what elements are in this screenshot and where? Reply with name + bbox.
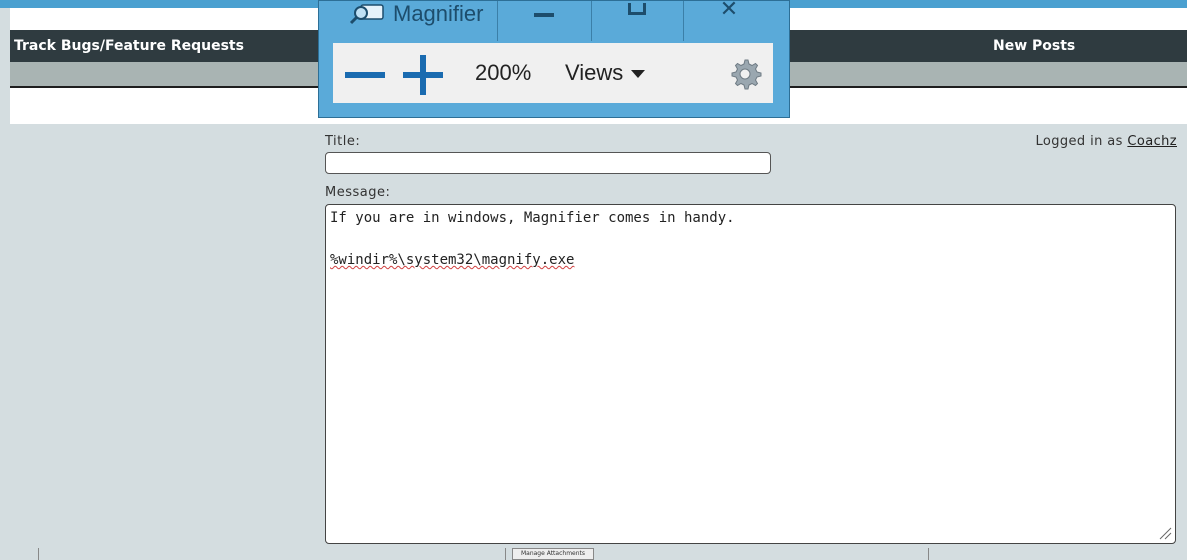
maximize-icon [628,3,646,15]
divider [928,548,929,560]
magnifier-titlebar[interactable]: Magnifier ✕ [319,0,789,43]
magnifier-toolbar: 200% Views [333,43,773,103]
gear-icon[interactable] [727,56,763,92]
message-line-3: %windir%\system32\magnify.exe [330,252,575,268]
minimize-button[interactable] [497,1,590,41]
zoom-out-icon[interactable] [345,72,385,78]
views-label: Views [565,60,624,85]
logged-in-status: Logged in as Coachz [1035,134,1177,149]
minimize-icon [534,13,554,17]
magnifier-icon [349,4,384,25]
close-button[interactable]: ✕ [683,0,774,41]
logged-in-prefix: Logged in as [1035,134,1123,149]
title-input[interactable] [325,152,771,174]
magnifier-window[interactable]: Magnifier ✕ 200% Views [318,0,790,118]
divider [505,548,506,560]
zoom-level: 200% [475,60,532,85]
chevron-down-icon [631,70,646,79]
close-icon: ✕ [719,0,739,22]
message-line-1: If you are in windows, Magnifier comes i… [330,210,735,226]
magnifier-title: Magnifier [393,1,484,26]
maximize-button[interactable] [591,1,682,41]
nav-track-bugs-link[interactable]: Track Bugs/Feature Requests [14,38,244,54]
resize-grip-icon[interactable] [1158,526,1172,540]
views-dropdown[interactable]: Views [565,60,646,86]
message-label: Message: [325,185,391,200]
title-label: Title: [325,134,361,149]
divider [38,548,39,560]
nav-new-posts-link[interactable]: New Posts [993,38,1075,54]
zoom-in-icon[interactable] [403,55,443,95]
message-textarea[interactable]: If you are in windows, Magnifier comes i… [325,204,1176,544]
manage-attachments-button[interactable]: Manage Attachments [512,548,594,560]
message-line-2 [330,231,1171,252]
username-link[interactable]: Coachz [1127,134,1177,149]
